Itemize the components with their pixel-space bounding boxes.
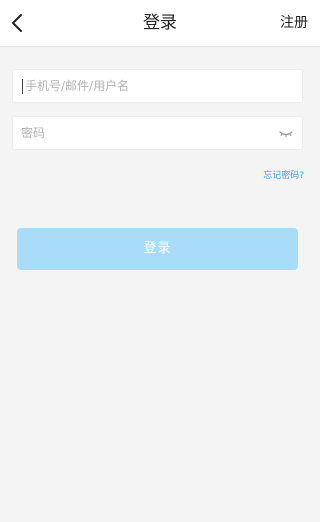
password-input[interactable] — [21, 117, 276, 149]
page-title: 登录 — [143, 13, 177, 33]
password-field[interactable] — [12, 116, 303, 150]
account-field[interactable] — [12, 69, 303, 103]
forgot-password-link[interactable]: 忘记密码? — [263, 168, 304, 181]
login-button[interactable]: 登录 — [17, 228, 298, 270]
text-caret — [22, 79, 23, 94]
register-link[interactable]: 注册 — [280, 0, 308, 46]
nav-header: 登录 注册 — [0, 0, 320, 47]
eye-closed-icon — [279, 131, 293, 138]
account-input[interactable] — [25, 70, 280, 102]
password-visibility-toggle[interactable] — [278, 125, 294, 141]
